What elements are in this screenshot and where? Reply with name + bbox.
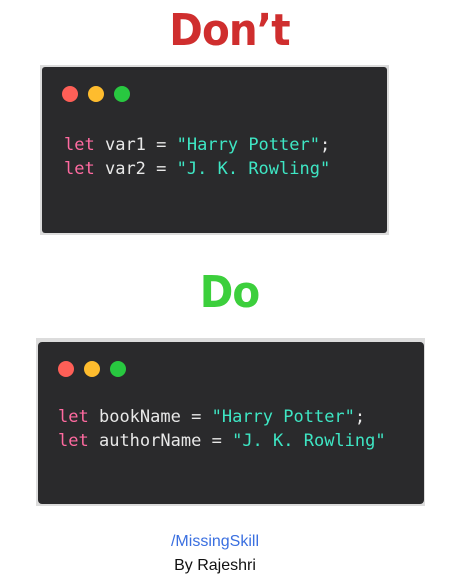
code-terminator: ; [319, 135, 331, 155]
code-operator: = [156, 159, 167, 179]
author-credit: By Rajeshri [174, 557, 256, 574]
code-operator: = [211, 431, 222, 451]
code-variable-name: var1 [104, 135, 146, 155]
good-example-code-window: let bookName = "Harry Potter"; let author… [38, 342, 424, 504]
minimize-dot-icon [88, 86, 104, 102]
code-line: let var1 = "Harry Potter"; [64, 133, 330, 157]
code-keyword: let [64, 135, 95, 155]
code-operator: = [156, 135, 167, 155]
code-variable-name: bookName [98, 407, 181, 427]
maximize-dot-icon [114, 86, 130, 102]
minimize-dot-icon [84, 361, 100, 377]
code-line: let bookName = "Harry Potter"; [58, 405, 386, 429]
code-keyword: let [58, 407, 89, 427]
do-heading: Do [199, 267, 261, 318]
code-string: "J. K. Rowling" [176, 159, 331, 179]
brand-handle: /MissingSkill [170, 533, 259, 550]
window-controls [58, 361, 126, 377]
code-keyword: let [58, 431, 89, 451]
code-string: "Harry Potter" [211, 407, 355, 427]
code-string: "J. K. Rowling" [232, 431, 386, 451]
code-terminator: ; [354, 407, 366, 427]
code-line: let var2 = "J. K. Rowling" [64, 157, 330, 181]
code-string: "Harry Potter" [176, 135, 320, 155]
code-variable-name: authorName [98, 431, 202, 451]
bad-example-code-window: let var1 = "Harry Potter"; let var2 = "J.… [42, 67, 387, 233]
code-variable-name: var2 [104, 159, 146, 179]
code-keyword: let [64, 159, 95, 179]
dont-heading: Don’t [169, 5, 290, 56]
window-controls [62, 86, 130, 102]
close-dot-icon [62, 86, 78, 102]
code-operator: = [191, 407, 202, 427]
close-dot-icon [58, 361, 74, 377]
maximize-dot-icon [110, 361, 126, 377]
good-example-code: let bookName = "Harry Potter"; let author… [58, 405, 386, 453]
code-line: let authorName = "J. K. Rowling" [58, 429, 386, 453]
bad-example-code: let var1 = "Harry Potter"; let var2 = "J.… [64, 133, 330, 181]
